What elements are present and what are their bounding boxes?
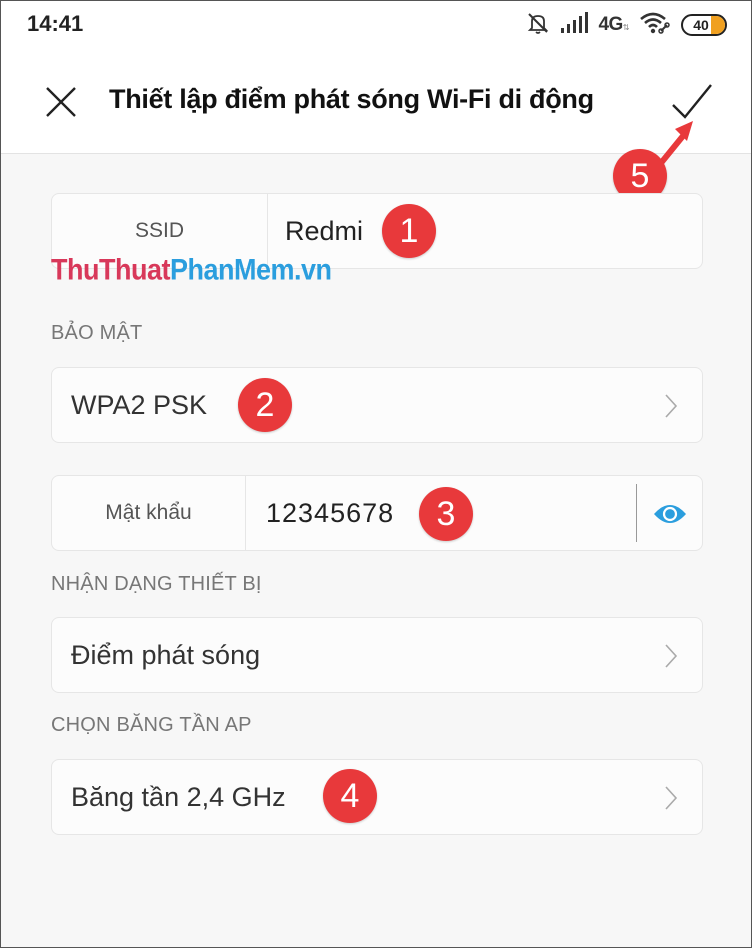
battery-icon: 40	[681, 14, 727, 36]
page-title: Thiết lập điểm phát sóng Wi-Fi di động	[109, 84, 594, 114]
status-time: 14:41	[27, 11, 84, 36]
muted-bell-icon	[526, 11, 550, 40]
step-badge-3: 3	[419, 487, 473, 541]
close-icon	[46, 87, 76, 117]
status-bar: 14:41 4G⇅ 40	[1, 1, 751, 51]
device-id-value: Điểm phát sóng	[71, 639, 261, 670]
security-section-label: BẢO MẬT	[51, 322, 143, 344]
battery-level: 40	[693, 17, 709, 33]
band-section-label: CHỌN BĂNG TẦN AP	[51, 714, 252, 736]
step-badge-4: 4	[323, 769, 377, 823]
close-button[interactable]	[41, 82, 81, 122]
eye-icon	[654, 505, 686, 523]
chevron-right-icon	[665, 644, 678, 668]
band-selector[interactable]: Băng tần 2,4 GHz	[51, 759, 703, 835]
app-bar: Thiết lập điểm phát sóng Wi-Fi di động	[1, 51, 751, 154]
chevron-right-icon	[665, 786, 678, 810]
status-icons: 4G⇅ 40	[526, 11, 727, 39]
password-field: Mật khẩu 12345678	[51, 475, 703, 551]
security-value: WPA2 PSK	[71, 389, 208, 420]
band-value: Băng tần 2,4 GHz	[71, 781, 286, 812]
network-label: 4G	[598, 14, 623, 35]
password-label: Mật khẩu	[52, 476, 246, 550]
show-password-toggle[interactable]	[652, 500, 688, 528]
device-id-selector[interactable]: Điểm phát sóng	[51, 617, 703, 693]
signal-icon	[560, 11, 589, 39]
step-badge-2: 2	[238, 378, 292, 432]
watermark-part1: ThuThuat	[51, 253, 170, 287]
device-id-section-label: NHẬN DẠNG THIẾT BỊ	[51, 573, 262, 595]
network-type: 4G⇅	[598, 14, 629, 35]
security-selector[interactable]: WPA2 PSK	[51, 367, 703, 443]
password-input[interactable]: 12345678	[266, 476, 394, 550]
wifi-hotspot-icon	[639, 11, 671, 40]
chevron-right-icon	[665, 394, 678, 418]
watermark-part2: PhanMem.vn	[169, 253, 332, 287]
watermark: ThuThuatPhanMem.vn	[51, 254, 332, 287]
step-badge-1: 1	[382, 204, 436, 258]
eye-divider	[636, 484, 637, 542]
